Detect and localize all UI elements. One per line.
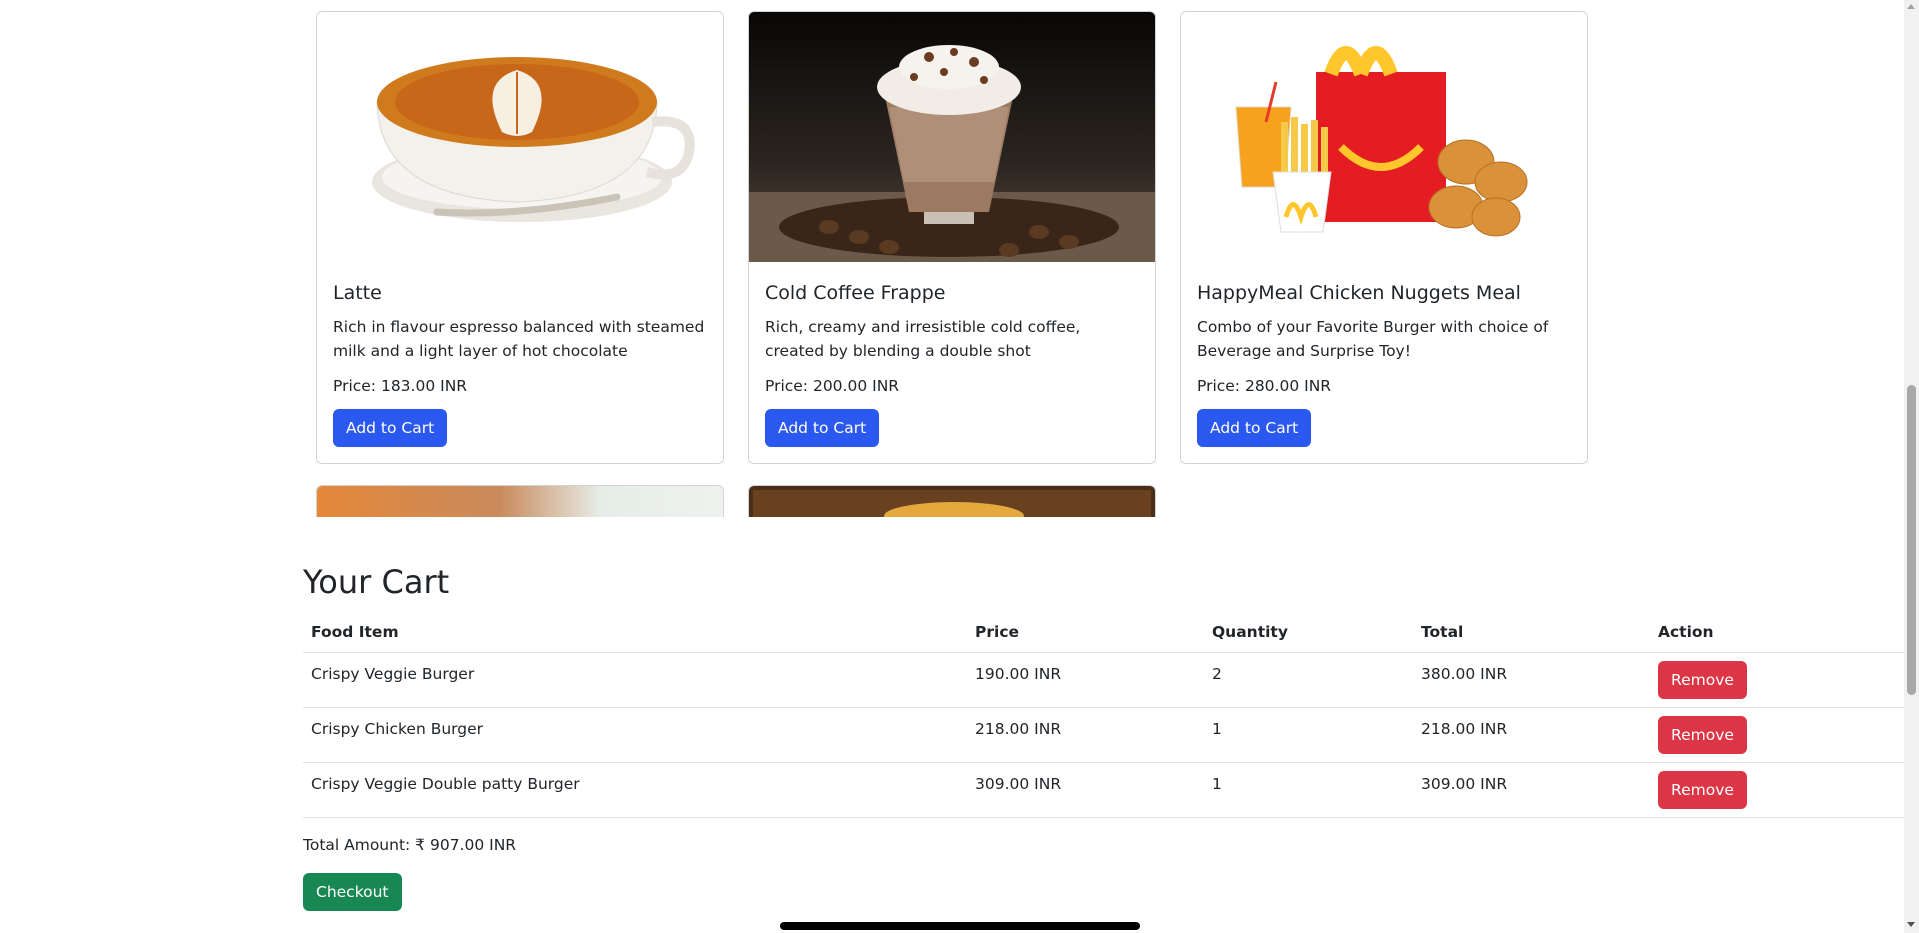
remove-button[interactable]: Remove: [1658, 661, 1747, 699]
partial-product-image: [317, 486, 723, 517]
cart-item-total: 218.00 INR: [1421, 720, 1508, 738]
add-to-cart-button[interactable]: Add to Cart: [765, 408, 880, 447]
table-row: Crispy Chicken Burger 218.00 INR 1 218.0…: [303, 707, 1904, 763]
table-row: Crispy Veggie Double patty Burger 309.00…: [303, 762, 1904, 818]
cold-coffee-frappe-card-body: Cold Coffee Frappe Rich, creamy and irre…: [749, 262, 1155, 463]
cart-item-price: 190.00 INR: [975, 665, 1062, 683]
page-viewport: Latte Rich in flavour espresso balanced …: [0, 0, 1904, 933]
cart-item-price: 309.00 INR: [975, 775, 1062, 793]
product-description: Rich, creamy and irresistible cold coffe…: [765, 317, 1081, 360]
column-header-total: Total: [1413, 612, 1650, 653]
product-price: Price: 183.00 INR: [333, 376, 468, 395]
column-header-action: Action: [1650, 612, 1904, 653]
cart-item-total: 380.00 INR: [1421, 665, 1508, 683]
remove-button[interactable]: Remove: [1658, 771, 1747, 809]
scrollbar-thumb[interactable]: [1907, 385, 1916, 695]
product-card-partial: [316, 485, 724, 517]
cold-coffee-frappe-image: [749, 12, 1155, 262]
cart-item-quantity: 1: [1212, 775, 1222, 793]
product-card-happymeal-nuggets: HappyMeal Chicken Nuggets Meal Combo of …: [1180, 11, 1588, 464]
scroll-down-arrow-icon[interactable]: [1907, 922, 1915, 927]
remove-button[interactable]: Remove: [1658, 716, 1747, 754]
checkout-button[interactable]: Checkout: [303, 873, 402, 911]
add-to-cart-button[interactable]: Add to Cart: [333, 408, 448, 447]
latte-image: [317, 12, 723, 262]
table-row: Crispy Veggie Burger 190.00 INR 2 380.00…: [303, 652, 1904, 708]
vertical-scrollbar[interactable]: [1904, 0, 1919, 933]
home-indicator-bar: [780, 922, 1140, 930]
product-card-cold-coffee-frappe: Cold Coffee Frappe Rich, creamy and irre…: [748, 11, 1156, 464]
add-to-cart-button[interactable]: Add to Cart: [1197, 408, 1312, 447]
cart-item-name: Crispy Veggie Double patty Burger: [311, 775, 580, 793]
partial-product-image: [749, 486, 1155, 517]
happymeal-image: [1181, 12, 1587, 262]
column-header-food-item: Food Item: [303, 612, 967, 653]
product-card-partial: [748, 485, 1156, 517]
cart-item-quantity: 2: [1212, 665, 1222, 683]
cart-table: Food Item Price Quantity Total Action Cr…: [303, 612, 1904, 818]
scroll-up-arrow-icon[interactable]: [1907, 4, 1915, 9]
cart-table-header: Food Item Price Quantity Total Action: [303, 612, 1904, 653]
cart-item-name: Crispy Chicken Burger: [311, 720, 484, 738]
product-price: Price: 200.00 INR: [765, 376, 900, 395]
cart-title: Your Cart: [303, 563, 450, 601]
cart-item-total: 309.00 INR: [1421, 775, 1508, 793]
product-price: Price: 280.00 INR: [1197, 376, 1332, 395]
product-card-latte: Latte Rich in flavour espresso balanced …: [316, 11, 724, 464]
cart-item-price: 218.00 INR: [975, 720, 1062, 738]
column-header-price: Price: [967, 612, 1204, 653]
product-description: Rich in flavour espresso balanced with s…: [333, 317, 705, 360]
product-description: Combo of your Favorite Burger with choic…: [1197, 317, 1549, 360]
product-title: HappyMeal Chicken Nuggets Meal: [1197, 282, 1521, 304]
cart-total-amount: Total Amount: ₹ 907.00 INR: [303, 836, 517, 854]
happymeal-card-body: HappyMeal Chicken Nuggets Meal Combo of …: [1181, 262, 1587, 463]
cart-item-name: Crispy Veggie Burger: [311, 665, 475, 683]
product-title: Latte: [333, 282, 382, 304]
product-title: Cold Coffee Frappe: [765, 282, 946, 304]
cart-item-quantity: 1: [1212, 720, 1222, 738]
latte-card-body: Latte Rich in flavour espresso balanced …: [317, 262, 723, 463]
column-header-quantity: Quantity: [1204, 612, 1413, 653]
